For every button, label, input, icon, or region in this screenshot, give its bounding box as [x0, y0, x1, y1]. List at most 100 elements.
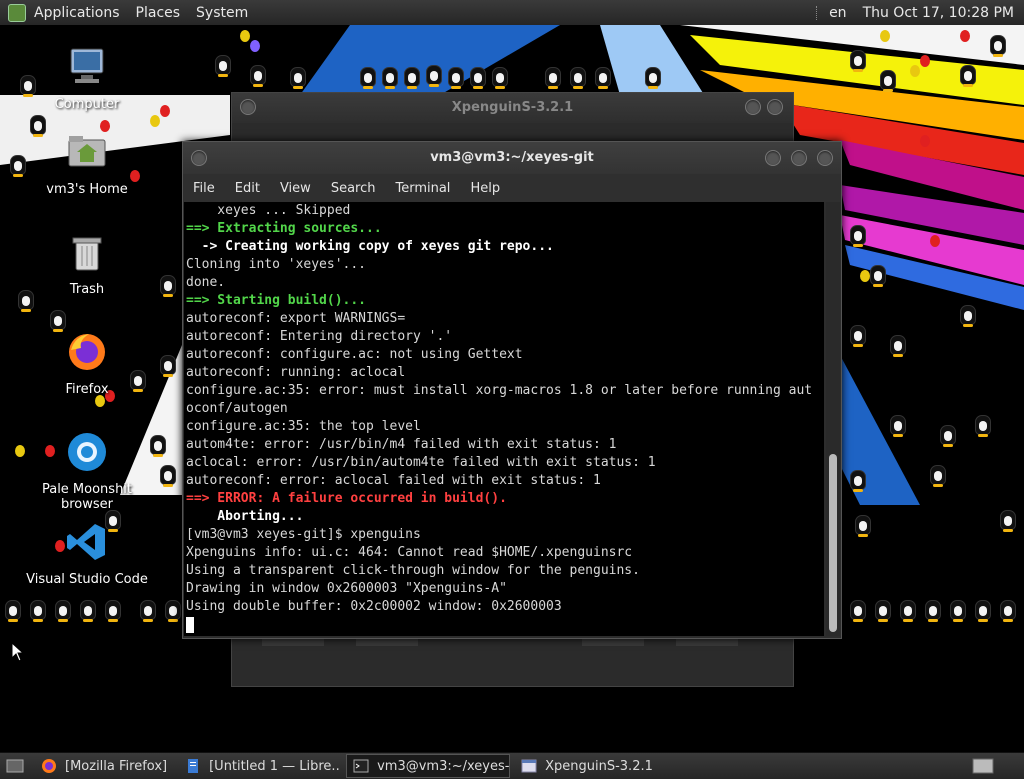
menu-help[interactable]: Help: [460, 181, 510, 196]
xpenguins-button[interactable]: [582, 638, 644, 646]
menu-system[interactable]: System: [188, 5, 256, 21]
window-button-icon[interactable]: [240, 99, 256, 115]
desktop[interactable]: Computer vm3's Home Trash Firefox Pale M…: [0, 25, 1024, 752]
penguin-sprite: [855, 515, 871, 537]
terminal-line: Drawing in window 0x2600003 "Xpenguins-A…: [186, 581, 507, 596]
penguin-sprite: [105, 600, 121, 622]
terminal-menubar: File Edit View Search Terminal Help: [183, 174, 841, 202]
close-icon[interactable]: [767, 99, 783, 115]
clock[interactable]: Thu Oct 17, 10:28 PM: [863, 5, 1014, 21]
terminal-line: -> Creating working copy of xeyes git re…: [186, 239, 554, 254]
penguin-sprite: [925, 600, 941, 622]
penguin-sprite: [850, 50, 866, 72]
balloon-sprite: [150, 115, 160, 127]
terminal-line: Xpenguins info: ui.c: 464: Cannot read $…: [186, 545, 633, 560]
minimize-icon[interactable]: [765, 150, 781, 166]
balloon-sprite: [860, 270, 870, 282]
penguin-sprite: [404, 67, 420, 89]
terminal-line: Cloning into 'xeyes'...: [186, 257, 367, 272]
top-panel: Applications Places System en Thu Oct 17…: [0, 0, 1024, 26]
task-terminal[interactable]: vm3@vm3:~/xeyes-...: [346, 754, 511, 778]
distro-logo-icon[interactable]: [8, 3, 26, 22]
xpenguins-button[interactable]: [262, 638, 324, 646]
penguin-sprite: [360, 67, 376, 89]
maximize-icon[interactable]: [791, 150, 807, 166]
task-label: XpenguinS-3.2.1: [545, 758, 653, 774]
xpenguins-button[interactable]: [676, 638, 738, 646]
terminal-window[interactable]: vm3@vm3:~/xeyes-git File Edit View Searc…: [182, 141, 842, 639]
penguin-sprite: [545, 67, 561, 89]
balloon-sprite: [960, 30, 970, 42]
menu-view[interactable]: View: [270, 181, 321, 196]
penguin-sprite: [940, 425, 956, 447]
document-icon: [188, 759, 199, 773]
penguin-sprite: [250, 65, 266, 87]
menu-search[interactable]: Search: [321, 181, 386, 196]
desktop-icon-label: Firefox: [65, 382, 109, 397]
penguin-sprite: [975, 415, 991, 437]
show-desktop-icon[interactable]: [6, 759, 24, 773]
keyboard-layout-indicator[interactable]: en: [829, 5, 847, 21]
balloon-sprite: [250, 40, 260, 52]
terminal-output[interactable]: xeyes ... Skipped ==> Extracting sources…: [184, 202, 824, 636]
desktop-icon-trash[interactable]: Trash: [32, 230, 142, 297]
penguin-sprite: [850, 325, 866, 347]
penguin-sprite: [160, 355, 176, 377]
task-firefox[interactable]: [Mozilla Firefox]: [34, 754, 174, 778]
close-icon[interactable]: [817, 150, 833, 166]
terminal-titlebar[interactable]: vm3@vm3:~/xeyes-git: [183, 142, 841, 174]
minimize-icon[interactable]: [745, 99, 761, 115]
mouse-pointer-icon: [11, 642, 25, 662]
penguin-sprite: [890, 415, 906, 437]
penguin-sprite: [960, 305, 976, 327]
penguin-sprite: [160, 465, 176, 487]
trash-icon: [72, 237, 102, 271]
terminal-line: Using a transparent click-through window…: [186, 563, 640, 578]
penguin-sprite: [975, 600, 991, 622]
penguin-sprite: [140, 600, 156, 622]
xpenguins-button[interactable]: [356, 638, 418, 646]
penguin-sprite: [595, 67, 611, 89]
computer-icon: [70, 48, 104, 83]
balloon-sprite: [240, 30, 250, 42]
terminal-icon: [353, 759, 369, 773]
bottom-taskbar: [Mozilla Firefox] [Untitled 1 — Libre...…: [0, 752, 1024, 779]
menu-terminal[interactable]: Terminal: [385, 181, 460, 196]
xpenguins-window-title[interactable]: XpenguinS-3.2.1: [232, 93, 793, 123]
desktop-icon-browser[interactable]: Pale Moonshit browser: [17, 430, 157, 512]
penguin-sprite: [215, 55, 231, 77]
firefox-icon: [42, 759, 56, 773]
penguin-sprite: [426, 65, 442, 87]
task-xpenguins[interactable]: XpenguinS-3.2.1: [514, 754, 660, 778]
desktop-icon-computer[interactable]: Computer: [32, 45, 142, 112]
penguin-sprite: [960, 65, 976, 87]
penguin-sprite: [950, 600, 966, 622]
menu-places[interactable]: Places: [128, 5, 189, 21]
desktop-icon-vscode[interactable]: Visual Studio Code: [17, 520, 157, 587]
task-libreoffice[interactable]: [Untitled 1 — Libre...: [178, 754, 342, 778]
penguin-sprite: [645, 67, 661, 89]
terminal-line: ==> Extracting sources...: [186, 221, 382, 236]
terminal-line: ==> Starting build()...: [186, 293, 367, 308]
workspace-switcher-icon[interactable]: [972, 758, 994, 774]
penguin-sprite: [80, 600, 96, 622]
terminal-line: autoreconf: export WARNINGS=: [186, 311, 406, 326]
balloon-sprite: [160, 105, 170, 117]
penguin-sprite: [1000, 600, 1016, 622]
penguin-sprite: [5, 600, 21, 622]
terminal-line: configure.ac:35: error: must install xor…: [186, 383, 813, 398]
balloon-sprite: [920, 135, 930, 147]
task-label: [Mozilla Firefox]: [65, 758, 168, 774]
terminal-cursor: [186, 616, 194, 633]
menu-file[interactable]: File: [183, 181, 225, 196]
panel-separator: [816, 5, 819, 20]
scrollbar-thumb[interactable]: [829, 454, 837, 632]
desktop-icon-firefox[interactable]: Firefox: [32, 330, 142, 397]
penguin-sprite: [290, 67, 306, 89]
menu-edit[interactable]: Edit: [225, 181, 270, 196]
desktop-icon-home[interactable]: vm3's Home: [32, 130, 142, 197]
terminal-line: xeyes ... Skipped: [186, 203, 351, 218]
terminal-scrollbar[interactable]: [826, 202, 840, 636]
terminal-line: Aborting...: [186, 509, 304, 524]
menu-applications[interactable]: Applications: [26, 5, 128, 21]
